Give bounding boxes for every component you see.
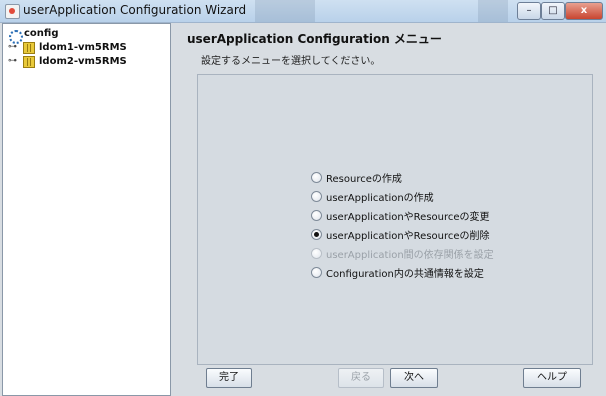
- radio-button[interactable]: [311, 191, 322, 202]
- radio-button[interactable]: [311, 172, 322, 183]
- tree-node-label: config: [24, 28, 59, 39]
- window-titlebar[interactable]: userApplication Configuration Wizard – □…: [0, 0, 606, 23]
- configuration-tree[interactable]: config ⊶ ldom1-vm5RMS ⊶ ldom2-vm5RMS: [2, 23, 171, 396]
- expand-handle-icon[interactable]: ⊶: [8, 42, 17, 52]
- menu-options-panel: Resourceの作成 userApplicationの作成 userAppli…: [197, 74, 593, 365]
- radio-button-selected[interactable]: [311, 229, 322, 240]
- close-button[interactable]: x: [565, 2, 603, 20]
- java-app-icon: [5, 4, 20, 19]
- minimize-button[interactable]: –: [517, 2, 541, 20]
- background-window-ghost: [478, 0, 508, 22]
- radio-label: userApplicationやResourceの削除: [326, 231, 490, 242]
- window-title: userApplication Configuration Wizard: [23, 3, 247, 17]
- tree-node-label: ldom2-vm5RMS: [39, 56, 127, 67]
- radio-label: userApplication間の依存関係を設定: [326, 250, 494, 261]
- folder-icon: [23, 56, 35, 68]
- radio-button[interactable]: [311, 267, 322, 278]
- next-button[interactable]: 次へ: [390, 368, 438, 388]
- radio-button-disabled: [311, 248, 322, 259]
- expand-handle-icon[interactable]: ⊶: [8, 56, 17, 66]
- back-button: 戻る: [338, 368, 384, 388]
- radio-button[interactable]: [311, 210, 322, 221]
- instruction-text: 設定するメニューを選択してください。: [201, 56, 381, 67]
- radio-label: userApplicationやResourceの変更: [326, 212, 490, 223]
- finish-button[interactable]: 完了: [206, 368, 252, 388]
- radio-label: userApplicationの作成: [326, 193, 434, 204]
- tree-node-label: ldom1-vm5RMS: [39, 42, 127, 53]
- page-title: userApplication Configuration メニュー: [187, 32, 442, 46]
- folder-icon: [23, 42, 35, 54]
- radio-label: Configuration内の共通情報を設定: [326, 269, 484, 280]
- radio-label: Resourceの作成: [326, 174, 402, 185]
- help-button[interactable]: ヘルプ: [523, 368, 581, 388]
- background-window-ghost: [255, 0, 315, 22]
- maximize-button[interactable]: □: [541, 2, 565, 20]
